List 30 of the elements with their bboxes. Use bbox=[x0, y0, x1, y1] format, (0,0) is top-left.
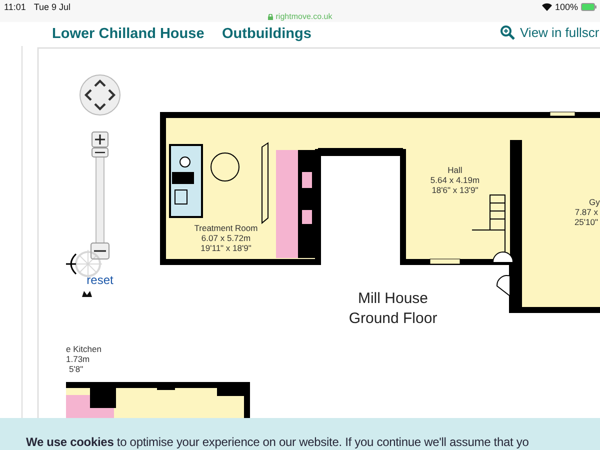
room-imperial-size: 19'11" x 18'9" bbox=[200, 243, 252, 253]
room-name: e Kitchen bbox=[66, 344, 102, 354]
room-name: Gy bbox=[589, 197, 600, 207]
wifi-icon bbox=[542, 3, 552, 11]
room-metric-size: 6.07 x 5.72m bbox=[201, 233, 251, 243]
zoom-control[interactable] bbox=[90, 132, 110, 260]
scale-icon bbox=[82, 291, 92, 297]
floor-caption: Ground Floor bbox=[348, 310, 438, 327]
status-time: 11:01 bbox=[4, 2, 26, 12]
fullscreen-link[interactable]: View in fullscr bbox=[520, 25, 600, 40]
room-metric-size: 7.87 x bbox=[574, 207, 598, 217]
search-icon bbox=[500, 25, 515, 40]
room-metric-size: 1.73m bbox=[66, 354, 90, 364]
room-metric-size: 5.64 x 4.19m bbox=[430, 175, 480, 185]
battery-percent: 100% bbox=[554, 2, 578, 12]
section-tab[interactable]: Lower Chilland House bbox=[52, 26, 204, 42]
room-imperial-size: 18'6" x 13'9" bbox=[432, 185, 478, 195]
cookie-notice: We use cookies to optimise your experience on our website. If you continue we'll assume that yo bbox=[26, 435, 529, 449]
room-name: Treatment Room bbox=[194, 223, 258, 233]
pan-control[interactable] bbox=[80, 74, 120, 116]
reset-link[interactable]: reset bbox=[86, 273, 114, 287]
section-tab[interactable]: Outbuildings bbox=[222, 26, 312, 42]
floor-caption: Mill House bbox=[358, 290, 428, 307]
lock-icon bbox=[268, 14, 273, 20]
room-imperial-size: 5'8" bbox=[69, 364, 84, 374]
room-name: Hall bbox=[448, 165, 462, 175]
battery-icon bbox=[581, 3, 597, 11]
bow-icon bbox=[65, 253, 77, 275]
status-date: Tue 9 Jul bbox=[34, 2, 71, 12]
room-imperial-size: 25'10" bbox=[574, 217, 598, 227]
